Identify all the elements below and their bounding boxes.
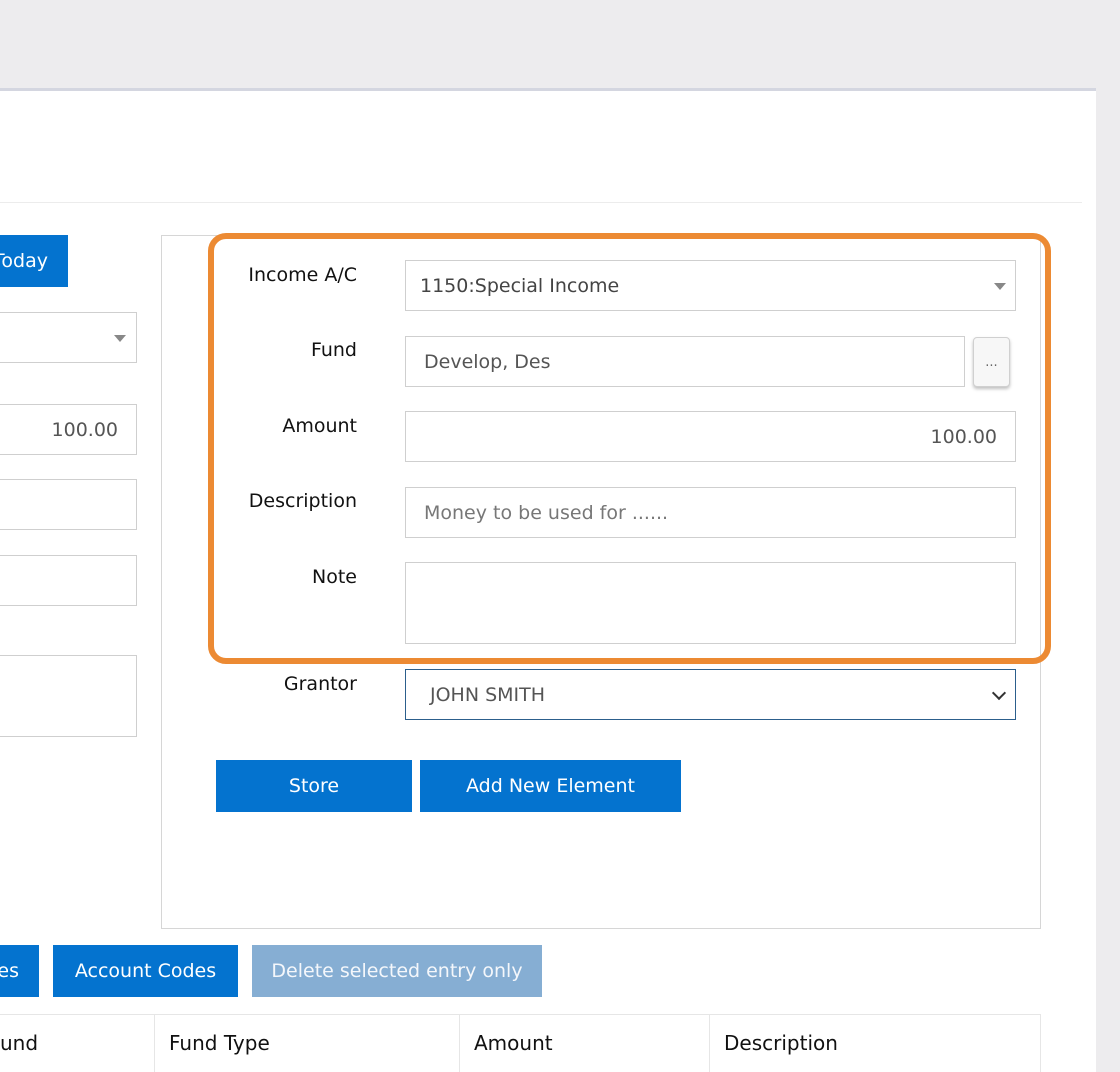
delete-entry-button[interactable]: Delete selected entry only [252, 945, 542, 997]
left-amount-field[interactable]: 100.00 [0, 404, 137, 455]
column-header-fund[interactable]: und [0, 1014, 155, 1072]
account-codes-button[interactable]: Account Codes [53, 945, 238, 997]
grantor-value: JOHN SMITH [430, 683, 546, 706]
grantor-label: Grantor [283, 673, 357, 695]
header-divider [0, 202, 1082, 203]
partial-button[interactable]: es [0, 945, 39, 997]
right-gutter [1096, 88, 1120, 1072]
left-textarea[interactable] [0, 655, 137, 737]
highlight-annotation [208, 233, 1051, 664]
add-new-element-button[interactable]: Add New Element [420, 760, 681, 812]
left-field-1[interactable] [0, 479, 137, 530]
column-header-amount[interactable]: Amount [460, 1014, 710, 1072]
left-field-2[interactable] [0, 555, 137, 606]
top-bar [0, 0, 1120, 88]
today-button[interactable]: Today [0, 235, 68, 287]
store-button[interactable]: Store [216, 760, 412, 812]
left-select[interactable] [0, 312, 137, 363]
grantor-select[interactable]: JOHN SMITH [405, 669, 1016, 720]
column-header-fund-type[interactable]: Fund Type [155, 1014, 460, 1072]
column-header-description[interactable]: Description [710, 1014, 1041, 1072]
caret-down-icon [114, 335, 126, 342]
